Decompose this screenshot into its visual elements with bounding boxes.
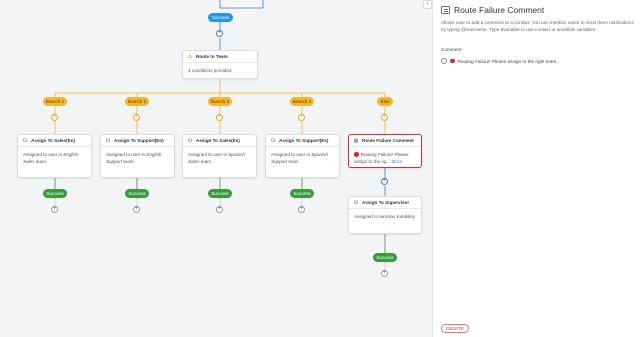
add-step-button[interactable]: + <box>381 178 388 185</box>
status-badge: Success <box>373 253 397 262</box>
assign-sales-en-card[interactable]: ⚇ Assign To Sales(En) Assigned to user in… <box>17 134 92 178</box>
card-title: Assign To Sales(Es) <box>196 138 240 143</box>
assign-support-es-card[interactable]: ⚇ Assign To Support(Es) Assigned to user … <box>265 134 340 178</box>
red-circle-icon <box>354 152 359 157</box>
route-icon: ⚠ <box>187 53 193 60</box>
else-badge[interactable]: Else <box>377 97 393 106</box>
comment-text: Routing Failure! Please assign to the ri… <box>457 58 558 64</box>
route-card-body: 4 conditions provided <box>188 68 232 73</box>
branch-1-badge[interactable]: Branch 1 <box>43 97 67 106</box>
add-step-button[interactable]: + <box>298 114 305 121</box>
card-title: Assign To Sales(En) <box>31 138 76 143</box>
assign-supervisor-card[interactable]: ⚇ Assign To Supervisor Assigned to Iarosl… <box>348 196 422 234</box>
emoji-icon[interactable] <box>441 58 447 64</box>
route-failure-comment-card[interactable]: ▤ Route Failure Comment Routing Failure! … <box>348 134 422 168</box>
app-root: Success + ⚠ Route to Team 4 conditions pr… <box>0 0 640 337</box>
card-body: Assigned to user in English Sales team <box>23 152 79 164</box>
status-badge: Success <box>208 189 232 198</box>
comment-label: Comment <box>441 47 462 52</box>
status-badge: Success <box>290 189 314 198</box>
workflow-canvas[interactable]: Success + ⚠ Route to Team 4 conditions pr… <box>0 0 432 337</box>
user-icon: ⚇ <box>187 137 193 144</box>
panel-title-text: Route Failure Comment <box>454 5 545 15</box>
branch-2-badge[interactable]: Branch 2 <box>125 97 149 106</box>
red-circle-icon <box>450 58 455 64</box>
card-title: Assign To Support(Es) <box>279 138 329 143</box>
card-body: Assigned to user in English Support team <box>106 152 162 164</box>
panel-title: Route Failure Comment <box>441 5 544 15</box>
user-icon: ⚇ <box>22 137 28 144</box>
card-title: Route Failure Comment <box>362 138 414 143</box>
top-status-badge: Success <box>208 13 233 22</box>
user-icon: ⚇ <box>105 137 111 144</box>
add-step-button[interactable]: + <box>298 206 305 213</box>
more-link[interactable]: More <box>392 159 402 164</box>
user-icon: ⚇ <box>353 199 359 206</box>
add-step-button[interactable]: + <box>216 206 223 213</box>
comment-icon <box>441 6 450 14</box>
card-body: Assigned to user in Spanish Sales team <box>188 152 245 164</box>
details-panel: Route Failure Comment Allows user to add… <box>432 0 640 337</box>
delete-button[interactable]: DELETE <box>441 324 469 333</box>
assign-support-en-card[interactable]: ⚇ Assign To Support(En) Assigned to user … <box>100 134 175 178</box>
comment-field[interactable]: Routing Failure! Please assign to the ri… <box>441 58 558 64</box>
card-body: Assigned to Iaroslav Kubitskiy <box>354 214 416 219</box>
add-step-button[interactable]: + <box>381 114 388 121</box>
panel-description: Allows user to add a comment to a contac… <box>441 20 634 32</box>
card-body: Routing Failure! Please assign to the ri… <box>354 152 409 164</box>
add-step-button[interactable]: + <box>51 206 58 213</box>
card-body: Assigned to user in Spanish Support team <box>271 152 328 164</box>
branch-3-badge[interactable]: Branch 3 <box>208 97 232 106</box>
status-badge: Success <box>43 189 67 198</box>
chevron-right-icon[interactable]: › <box>423 0 432 9</box>
route-card-title: Route to Team <box>196 54 228 59</box>
user-icon: ⚇ <box>270 137 276 144</box>
comment-icon: ▤ <box>353 137 359 144</box>
card-title: Assign To Supervisor <box>362 200 410 205</box>
status-badge: Success <box>125 189 149 198</box>
card-title: Assign To Support(En) <box>114 138 164 143</box>
add-step-button[interactable]: + <box>133 206 140 213</box>
branch-4-badge[interactable]: Branch 4 <box>290 97 314 106</box>
add-step-button[interactable]: + <box>216 30 223 37</box>
add-step-button[interactable]: + <box>51 114 58 121</box>
add-step-button[interactable]: + <box>216 114 223 121</box>
add-step-button[interactable]: + <box>133 114 140 121</box>
assign-sales-es-card[interactable]: ⚇ Assign To Sales(Es) Assigned to user in… <box>182 134 257 178</box>
add-step-button[interactable]: + <box>381 270 388 277</box>
route-to-team-card[interactable]: ⚠ Route to Team 4 conditions provided <box>182 50 258 79</box>
